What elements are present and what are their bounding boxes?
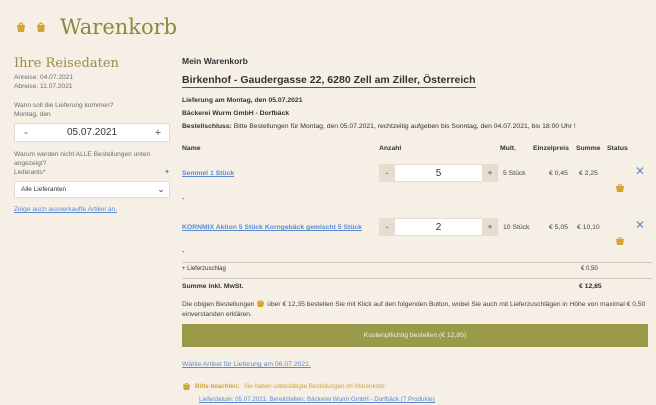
supplier-select[interactable]: Alle Lieferanten ⌄ — [14, 181, 170, 198]
col-name: Name — [182, 145, 201, 152]
quantity-increment-button[interactable]: + — [482, 218, 498, 236]
remove-icon[interactable]: ✕ — [635, 164, 645, 178]
quantity-decrement-button[interactable]: - — [379, 164, 395, 182]
col-unit-price: Einzelpreis — [533, 145, 569, 152]
quantity-stepper: - 2 + — [379, 218, 498, 236]
table-row: Semmel 1 Stück - 5 + 5 Stück € 0,45 € 2,… — [182, 164, 652, 192]
remove-icon[interactable]: ✕ — [635, 218, 645, 232]
col-multiple: Mult. — [500, 145, 516, 152]
arrival-date: Anreise: 04.07.2021 — [14, 74, 74, 81]
info-icon[interactable]: ✦ — [164, 168, 170, 176]
basket-icon — [37, 22, 45, 32]
multiple-value: 5 Stück — [503, 170, 526, 177]
delivery-date-picker: - 05.07.2021 + — [14, 123, 170, 142]
quantity-decrement-button[interactable]: - — [379, 218, 395, 236]
unit-price-value: € 5,05 — [549, 224, 568, 231]
bakery-name: Bäckerei Wurm GmbH - Dorfbäck — [182, 110, 290, 117]
product-link[interactable]: Semmel 1 Stück — [182, 170, 234, 177]
total-label: Summe inkl. MwSt. — [182, 283, 244, 290]
table-row: KORNMIX Aktion 5 Stück Korngebäck gemisc… — [182, 218, 652, 245]
col-quantity: Anzahl — [379, 145, 402, 152]
delivery-address: Birkenhof - Gaudergasse 22, 6280 Zell am… — [182, 74, 476, 88]
date-increment-button[interactable]: + — [147, 127, 169, 139]
package-icon — [182, 382, 191, 390]
order-note-before: Die obigen Bestellungen — [182, 301, 255, 308]
quantity-increment-button[interactable]: + — [482, 164, 498, 182]
supplier-label: Lieferants* — [14, 169, 46, 176]
deadline-text: Bitte Bestellungen für Montag, den 05.07… — [233, 123, 576, 130]
surcharge-value: € 0,50 — [581, 266, 598, 272]
package-icon — [616, 237, 624, 245]
order-note: Die obigen Bestellungen über € 12,35 bes… — [182, 299, 652, 320]
unconfirmed-order-link[interactable]: Lieferdatum: 05.07.2021, Bereitstellen: … — [199, 396, 435, 403]
warning-text: Sie haben unbestätigte Bestellungen im W… — [243, 382, 387, 390]
unavailable-question: Warum werden nicht ALLE Bestellungen unt… — [14, 151, 151, 167]
delivery-date-heading: Lieferung am Montag, den 05.07.2021 — [182, 97, 303, 104]
page-header: Warenkorb — [14, 10, 177, 44]
unconfirmed-warning: Bitte beachten: Sie haben unbestätigte B… — [182, 382, 386, 390]
quantity-stepper: - 5 + — [379, 164, 498, 182]
quantity-input[interactable]: 5 — [395, 164, 482, 182]
show-sold-out-link[interactable]: Zeige auch ausverkaufte Artikel an. — [14, 205, 170, 214]
product-link[interactable]: KORNMIX Aktion 5 Stück Korngebäck gemisc… — [182, 224, 362, 231]
sum-value: € 10,10 — [577, 224, 600, 231]
basket-icon — [17, 22, 25, 32]
package-icon — [257, 299, 265, 307]
departure-date: Abreise: 11.07.2021 — [14, 83, 73, 90]
divider — [182, 278, 652, 279]
package-icon — [616, 184, 624, 192]
surcharge-label: + Lieferzuschlag — [182, 266, 226, 272]
col-status: Status — [607, 145, 628, 152]
multiple-value: 10 Stück — [503, 224, 530, 231]
row-substitute: - — [182, 196, 185, 203]
sum-value: € 2,25 — [579, 170, 598, 177]
chevron-down-icon: ⌄ — [157, 184, 165, 194]
total-value: € 12,85 — [579, 283, 602, 290]
table-header: Name Anzahl Mult. Einzelpreis Summe Stat… — [182, 145, 652, 155]
cart-title: Mein Warenkorb — [182, 56, 248, 66]
col-sum: Summe — [576, 145, 601, 152]
unit-price-value: € 0,45 — [549, 170, 568, 177]
divider — [182, 262, 652, 263]
date-decrement-button[interactable]: - — [15, 127, 37, 139]
alternate-date-link[interactable]: Wähle Artikel für Lieferung am 06.07.202… — [182, 361, 311, 368]
deadline-label: Bestellschluss: — [182, 123, 232, 130]
warning-label: Bitte beachten: — [195, 382, 240, 390]
travel-data-sidebar: Ihre Reisedaten Anreise: 04.07.2021 Abre… — [14, 56, 170, 214]
supplier-select-value: Alle Lieferanten — [21, 186, 67, 193]
sidebar-title: Ihre Reisedaten — [14, 56, 119, 71]
row-substitute: - — [182, 249, 185, 256]
page-title: Warenkorb — [60, 15, 178, 39]
quantity-input[interactable]: 2 — [395, 218, 482, 236]
delivery-date-value[interactable]: 05.07.2021 — [37, 127, 147, 138]
delivery-question: Wann soll die Lieferung kommen? — [14, 102, 114, 109]
place-order-button[interactable]: Kostenpflichtig bestellen (€ 12,85) — [182, 324, 648, 347]
cart-main: Mein Warenkorb Birkenhof - Gaudergasse 2… — [182, 56, 652, 130]
delivery-day: Montag, den — [14, 111, 51, 118]
